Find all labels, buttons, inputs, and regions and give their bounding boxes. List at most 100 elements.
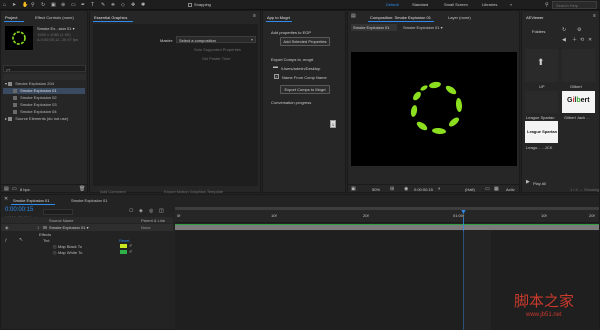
map-white-row[interactable]: ◷ Map White To ✐	[1, 249, 173, 255]
timeline-timecode[interactable]: 0:00:00:15	[5, 207, 33, 213]
grid-icon[interactable]: ⊞	[390, 186, 394, 192]
new-folder-icon[interactable]: ▭	[12, 186, 17, 192]
master-select[interactable]: Select a composition ▾	[176, 36, 256, 43]
active-camera[interactable]: Activ	[506, 187, 515, 192]
mask-tool-icon[interactable]: ▭	[71, 2, 76, 8]
stamp-tool-icon[interactable]: ⎈	[111, 2, 115, 8]
panel-menu-icon[interactable]: ≡	[593, 13, 596, 19]
interpret-footage-icon[interactable]: ▤	[4, 186, 9, 192]
project-search-input[interactable]: ρ▾	[3, 65, 86, 72]
map-black-swatch[interactable]	[120, 244, 127, 248]
motion-blur-icon[interactable]: ◎	[149, 208, 153, 214]
puppet-tool-icon[interactable]: ✱	[141, 2, 145, 8]
project-item[interactable]: Smoke Explosion 04	[3, 109, 85, 115]
workspace-small-screen[interactable]: Small Screen	[444, 2, 468, 7]
workspace-standard[interactable]: Standard	[412, 2, 428, 7]
work-area-bar[interactable]	[175, 207, 599, 210]
viewer-tile-league-logo[interactable]: League Spartan	[525, 121, 558, 143]
tab-project[interactable]: Project	[5, 15, 17, 20]
tab-composition[interactable]: Composition: Smoke Explosion 01	[370, 15, 431, 20]
viewer-tile-up[interactable]: ⬆	[525, 49, 558, 82]
eraser-tool-icon[interactable]: ◇	[121, 2, 125, 8]
back-icon[interactable]: ◀	[562, 37, 566, 43]
layer-track-bar[interactable]	[175, 224, 599, 230]
delete-icon[interactable]: 🗑	[79, 186, 85, 192]
rotate-tool-icon[interactable]: ↻	[41, 2, 45, 8]
roto-tool-icon[interactable]: ✥	[131, 2, 135, 8]
eyedropper-icon[interactable]: ✐	[129, 243, 132, 248]
folder-icon[interactable]: ▬	[273, 64, 278, 70]
preview-name[interactable]: Smoke Ex...sion 01 ▾	[37, 26, 75, 31]
home-icon[interactable]: ⌂	[3, 2, 6, 8]
remove-icon[interactable]: ✕	[588, 37, 592, 43]
zoom-tool-icon[interactable]: ⚲	[31, 2, 35, 8]
visibility-icon[interactable]: ◉	[5, 225, 9, 230]
search-help-input[interactable]: Search Help	[552, 1, 597, 9]
panel-menu-icon[interactable]: ≡	[253, 13, 256, 19]
tab-effect-controls[interactable]: Effect Controls (none)	[35, 15, 74, 20]
layer-row[interactable]: ◉ 1 Smoke Explosion 01 ▾ None	[1, 224, 173, 231]
current-time[interactable]: 0:00:00:15	[414, 187, 433, 192]
workspace-default[interactable]: Default	[386, 2, 399, 7]
export-comps-button[interactable]: Export Comps to Mogrt	[280, 85, 330, 94]
transparency-icon[interactable]: ▦	[494, 186, 499, 192]
refresh-icon[interactable]: ⟲	[580, 37, 584, 43]
comp-viewer[interactable]	[351, 52, 517, 166]
settings-icon[interactable]: ⚙	[577, 27, 581, 33]
snapshot-icon[interactable]: ◐	[438, 186, 441, 192]
folders-label[interactable]: Folders	[532, 29, 545, 34]
graph-editor-icon[interactable]: ◫	[159, 208, 164, 214]
always-preview-icon[interactable]: ▣	[351, 186, 356, 192]
workspace-more[interactable]: »	[510, 2, 512, 7]
project-item[interactable]: Smoke Explosion 02	[3, 95, 85, 101]
pen-tool-icon[interactable]: ✒	[81, 2, 85, 8]
time-ruler[interactable]: 0f 10f 20f 01:00f 10f 20f	[175, 207, 599, 223]
play-icon[interactable]: ▶	[526, 179, 530, 185]
viewer-tile-league-spartan-folder[interactable]	[525, 91, 558, 113]
tab-aeviewer[interactable]: AEViewer	[526, 15, 544, 20]
timeline-tab[interactable]: Smoke Explosion 01	[71, 198, 107, 203]
project-item[interactable]: ▸ Source Elements (do not use)	[3, 116, 85, 122]
text-tool-icon[interactable]: T	[91, 2, 94, 8]
comp-flowchart-icon[interactable]: ⎔	[129, 208, 133, 214]
project-item[interactable]: Smoke Explosion 03	[3, 102, 85, 108]
close-icon[interactable]: ✕	[4, 196, 8, 202]
expand-arrow-icon[interactable]: ▾	[5, 81, 7, 86]
playhead-marker[interactable]: ▼	[460, 209, 467, 216]
viewer-tile-gilbert-folder[interactable]	[562, 49, 595, 82]
map-white-swatch[interactable]	[120, 250, 127, 254]
eyedropper-icon[interactable]: ✐	[129, 249, 132, 254]
tab-layer[interactable]: Layer (none)	[448, 15, 471, 20]
timeline-search-input[interactable]	[43, 209, 73, 215]
snapping-checkbox[interactable]	[188, 3, 192, 7]
resolution-select[interactable]: (Half)	[465, 187, 475, 192]
brush-tool-icon[interactable]: ✎	[101, 2, 105, 8]
bpc-label[interactable]: 8 bpc	[20, 187, 30, 192]
play-all-label[interactable]: Play All	[533, 181, 546, 186]
add-icon[interactable]: ＋	[572, 37, 577, 43]
layer-name[interactable]: Smoke Explosion 01 ▾	[49, 225, 89, 230]
set-poster-time-button[interactable]: Set Poster Time	[202, 56, 230, 61]
pan-tool-icon[interactable]: ⊕	[61, 2, 65, 8]
tab-essential-graphics[interactable]: Essential Graphics	[94, 15, 127, 20]
comp-subtab-active[interactable]: Smoke Explosion 01	[351, 24, 397, 31]
tab-app-to-mogrt[interactable]: App to Mogrt	[267, 15, 290, 20]
expand-arrow-icon[interactable]: ▸	[5, 116, 7, 121]
workspace-libraries[interactable]: Libraries	[482, 2, 497, 7]
project-item[interactable]: Smoke Explosion 01	[3, 88, 85, 94]
column-parent-link[interactable]: Parent & Link	[141, 218, 165, 223]
zoom-select[interactable]: 50%	[372, 187, 380, 192]
column-source-name[interactable]: Source Name	[49, 218, 73, 223]
viewer-tile-gilbert-logo[interactable]: Gilbert	[562, 91, 595, 113]
stopwatch-icon[interactable]: ◷	[53, 250, 57, 255]
add-selected-properties-button[interactable]: Add Selected Properties	[280, 37, 330, 46]
draft-3d-icon[interactable]: ◈	[139, 208, 143, 214]
timeline-tab[interactable]: Smoke Explosion 01	[13, 198, 49, 203]
project-item[interactable]: ▾ Smoke Explosion 204	[3, 81, 85, 87]
camera-tool-icon[interactable]: ▣	[51, 2, 56, 8]
name-from-comp-checkbox[interactable]: ✓	[274, 74, 279, 79]
refresh-icon[interactable]: ↻	[562, 27, 566, 33]
comp-subtab[interactable]: Smoke Explosion 01 ▾	[403, 25, 443, 30]
lock-icon[interactable]: ▤	[351, 13, 356, 19]
hand-tool-icon[interactable]: ✋	[22, 2, 28, 8]
